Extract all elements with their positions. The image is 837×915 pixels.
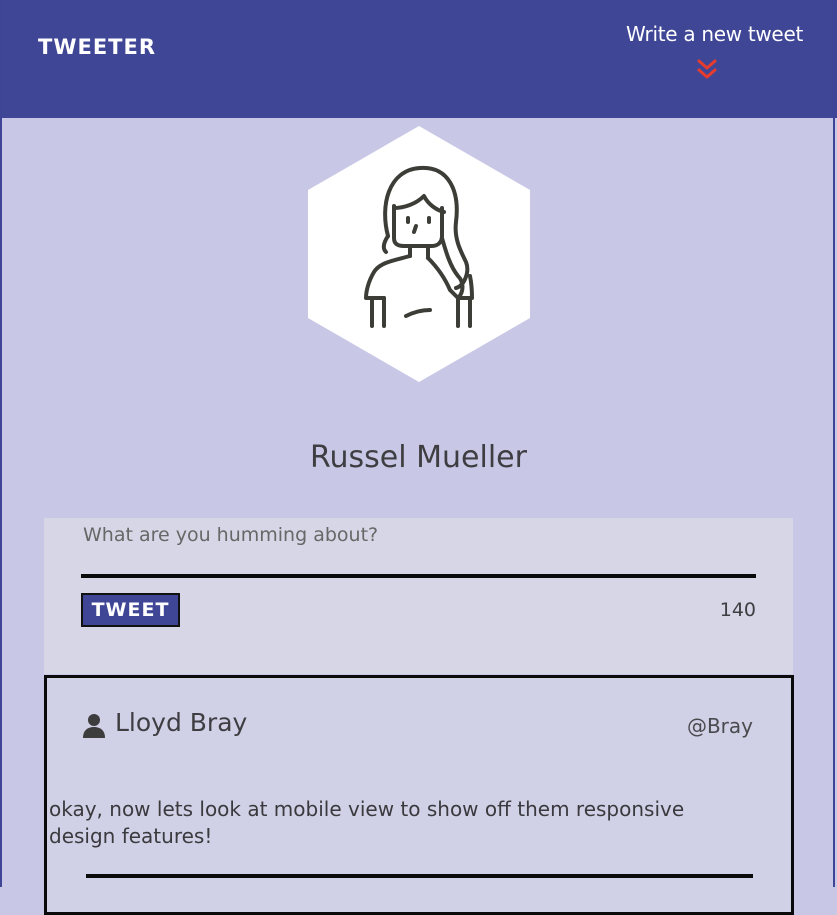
tweet-author-name: Lloyd Bray <box>115 708 248 737</box>
write-tweet-toggle[interactable]: Write a new tweet <box>619 22 803 80</box>
tweet-divider <box>86 874 753 878</box>
tweet-button[interactable]: TWEET <box>81 593 180 627</box>
char-counter: 140 <box>719 599 756 621</box>
tweet-composer: TWEET 140 <box>44 518 793 674</box>
profile-name: Russel Mueller <box>310 440 527 475</box>
tweet-author-handle: @Bray <box>686 714 753 738</box>
write-tweet-label[interactable]: Write a new tweet <box>619 22 803 46</box>
user-icon <box>83 714 105 738</box>
tweet-input[interactable] <box>81 518 756 578</box>
profile-avatar <box>308 126 530 382</box>
app-logo[interactable]: TWEETER <box>38 35 156 59</box>
tweet-card: Lloyd Bray @Bray okay, now lets look at … <box>44 675 794 915</box>
chevron-double-down-icon[interactable] <box>695 58 719 80</box>
user-portrait-icon <box>308 126 530 382</box>
navbar: TWEETER Write a new tweet <box>0 0 837 118</box>
tweet-body: okay, now lets look at mobile view to sh… <box>49 797 685 848</box>
tweet-author-row: Lloyd Bray @Bray <box>83 708 753 744</box>
